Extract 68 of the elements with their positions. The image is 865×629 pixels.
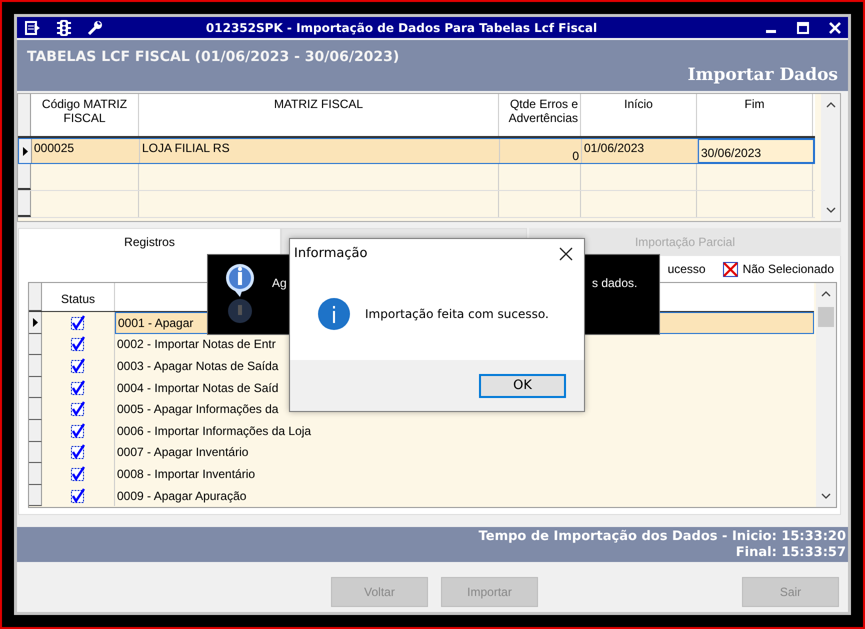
- row-header-cell[interactable]: [29, 376, 42, 398]
- checkbox[interactable]: [70, 380, 86, 396]
- column-header[interactable]: Código MATRIZ FISCAL: [31, 94, 139, 136]
- column-header[interactable]: Qtde Erros e Advertências: [499, 94, 581, 136]
- import-time-label: Tempo de Importação dos Dados - Inicio: 15:33:20: [478, 528, 846, 544]
- ok-button[interactable]: OK: [479, 374, 566, 398]
- checkbox[interactable]: [70, 401, 86, 418]
- row-header-cell[interactable]: [29, 463, 42, 485]
- final-time-label: Final: 15:33:57: [736, 544, 846, 560]
- tab[interactable]: Registros: [18, 228, 281, 256]
- row-header-cell[interactable]: [29, 312, 42, 334]
- row-header-cell[interactable]: [29, 334, 42, 356]
- window-title: 012352SPK - Importação de Dados Para Tabelas Lcf Fiscal: [204, 20, 598, 34]
- column-header[interactable]: Início: [581, 94, 697, 136]
- row-pointer-icon: [22, 146, 28, 156]
- row-header-cell[interactable]: [19, 139, 32, 163]
- close-icon[interactable]: [559, 246, 573, 260]
- column-header[interactable]: Fim: [697, 94, 813, 136]
- row-header-cell[interactable]: [29, 484, 42, 506]
- row-header-cell[interactable]: [29, 398, 42, 420]
- toast-message: s dados.: [592, 276, 638, 290]
- scroll-down-icon[interactable]: [826, 207, 836, 213]
- record-label: 0006 - Importar Informações da Loja: [117, 424, 312, 438]
- record-label: 0003 - Apagar Notas de Saída: [117, 358, 278, 373]
- row-header-cell[interactable]: [29, 420, 42, 442]
- scrollbar[interactable]: [821, 94, 840, 221]
- period-title: TABELAS LCF FISCAL (01/06/2023 - 30/06/2023): [27, 49, 400, 65]
- dialog-title: Informação: [294, 246, 368, 261]
- dialog-message: Importação feita com sucesso.: [365, 307, 549, 321]
- checkbox[interactable]: [70, 422, 86, 439]
- legend-label: ucesso: [668, 262, 706, 276]
- row-header-cell[interactable]: [29, 442, 42, 464]
- legend-label: Não Selecionado: [742, 262, 834, 276]
- record-label: 0004 - Importar Notas de Saíd: [117, 380, 278, 395]
- unchecked-x-icon: [722, 260, 739, 278]
- traffic-light-icon[interactable]: [55, 18, 73, 36]
- table-cell: LOJA FILIAL RS: [140, 139, 500, 163]
- table-cell: 0: [500, 139, 582, 163]
- checkbox[interactable]: [70, 358, 86, 374]
- row-header-cell[interactable]: [29, 355, 42, 377]
- toast-message: Ag: [272, 276, 287, 290]
- scroll-up-icon[interactable]: [821, 291, 831, 297]
- scrollbar[interactable]: [816, 283, 836, 507]
- wrench-icon[interactable]: [87, 20, 103, 36]
- maximize-icon[interactable]: [796, 20, 810, 34]
- table-cell: 000025: [32, 139, 140, 163]
- section-title: Importar Dados: [688, 65, 838, 85]
- checkbox[interactable]: [70, 314, 86, 331]
- record-label: 0008 - Importar Inventário: [117, 466, 256, 481]
- record-label: 0005 - Apagar Informações da: [117, 402, 278, 416]
- record-label: 0002 - Importar Notas de Entr: [117, 337, 276, 352]
- column-header[interactable]: Status: [42, 283, 115, 311]
- checkbox[interactable]: [70, 488, 86, 504]
- scroll-up-icon[interactable]: [826, 102, 836, 108]
- record-label: 0007 - Apagar Inventário: [117, 445, 248, 460]
- column-header[interactable]: MATRIZ FISCAL: [139, 94, 499, 136]
- info-icon: [317, 297, 351, 331]
- checkbox[interactable]: [70, 336, 86, 352]
- scroll-down-icon[interactable]: [821, 493, 831, 499]
- record-label: 0001 - Apagar: [118, 316, 194, 330]
- checkbox[interactable]: [70, 466, 86, 482]
- menu-icon[interactable]: [25, 20, 41, 34]
- record-label: 0009 - Apagar Apuração: [117, 488, 246, 503]
- scroll-thumb[interactable]: [818, 307, 834, 327]
- row-header-cell: [18, 94, 31, 136]
- checkbox[interactable]: [70, 444, 86, 460]
- table-cell: 30/06/2023: [698, 139, 814, 163]
- row-pointer-icon: [32, 318, 38, 327]
